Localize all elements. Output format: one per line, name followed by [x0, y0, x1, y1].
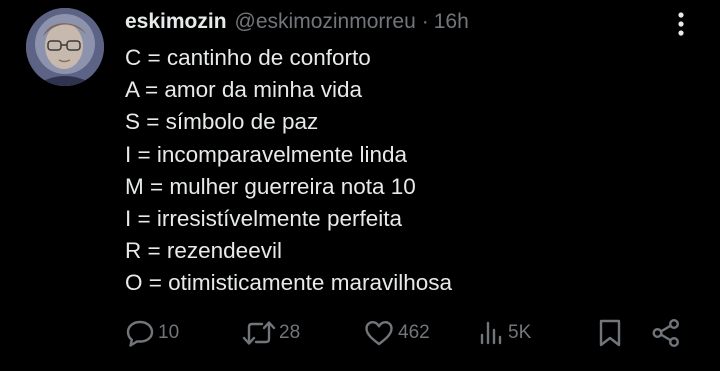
tweet-timestamp[interactable]: 16h — [434, 10, 469, 34]
tweet-header: eskimozin @eskimozinmorreu · 16h — [125, 9, 469, 35]
tweet-line: S = símbolo de paz — [125, 109, 319, 135]
tweet-line: C = cantinho de conforto — [125, 45, 371, 70]
tweet-line: M = mulher guerreira nota 10 — [125, 173, 416, 199]
reply-button[interactable]: 10 — [125, 314, 179, 352]
avatar-image — [26, 8, 104, 86]
tweet-line: R = rezendeevil — [125, 238, 282, 264]
tweet[interactable]: eskimozin @eskimozinmorreu · 16h C = can… — [0, 0, 720, 371]
tweet-line: O = otimisticamente maravilhosa — [125, 270, 452, 296]
author-display-name[interactable]: eskimozin — [125, 10, 227, 34]
avatar[interactable] — [26, 8, 104, 86]
header-separator: · — [421, 10, 429, 33]
reply-icon — [126, 320, 154, 347]
repost-button[interactable]: 28 — [242, 314, 300, 352]
action-bar: 10 28 462 5K — [0, 314, 720, 352]
more-button[interactable] — [668, 8, 694, 40]
heart-icon — [365, 321, 393, 346]
author-handle[interactable]: @eskimozinmorreu — [235, 10, 416, 34]
tweet-text: C = cantinho de conforto A = amor da min… — [125, 42, 685, 300]
like-count: 462 — [398, 322, 430, 343]
tweet-line: I = incomparavelmente linda — [125, 141, 408, 167]
tweet-line: A = amor da minha vida — [125, 77, 363, 103]
tweet-line: I = irresistívelmente perfeita — [125, 206, 402, 232]
views-count: 5K — [508, 322, 532, 343]
share-icon — [652, 319, 680, 348]
more-vertical-icon — [678, 12, 684, 36]
like-button[interactable]: 462 — [363, 314, 430, 352]
reply-count: 10 — [158, 322, 180, 343]
views-icon — [480, 321, 502, 345]
repost-icon — [242, 321, 276, 345]
bookmark-icon — [599, 319, 621, 347]
bookmark-button[interactable] — [597, 314, 623, 352]
share-button[interactable] — [651, 314, 681, 352]
repost-count: 28 — [279, 322, 301, 343]
views-button[interactable]: 5K — [479, 314, 531, 352]
